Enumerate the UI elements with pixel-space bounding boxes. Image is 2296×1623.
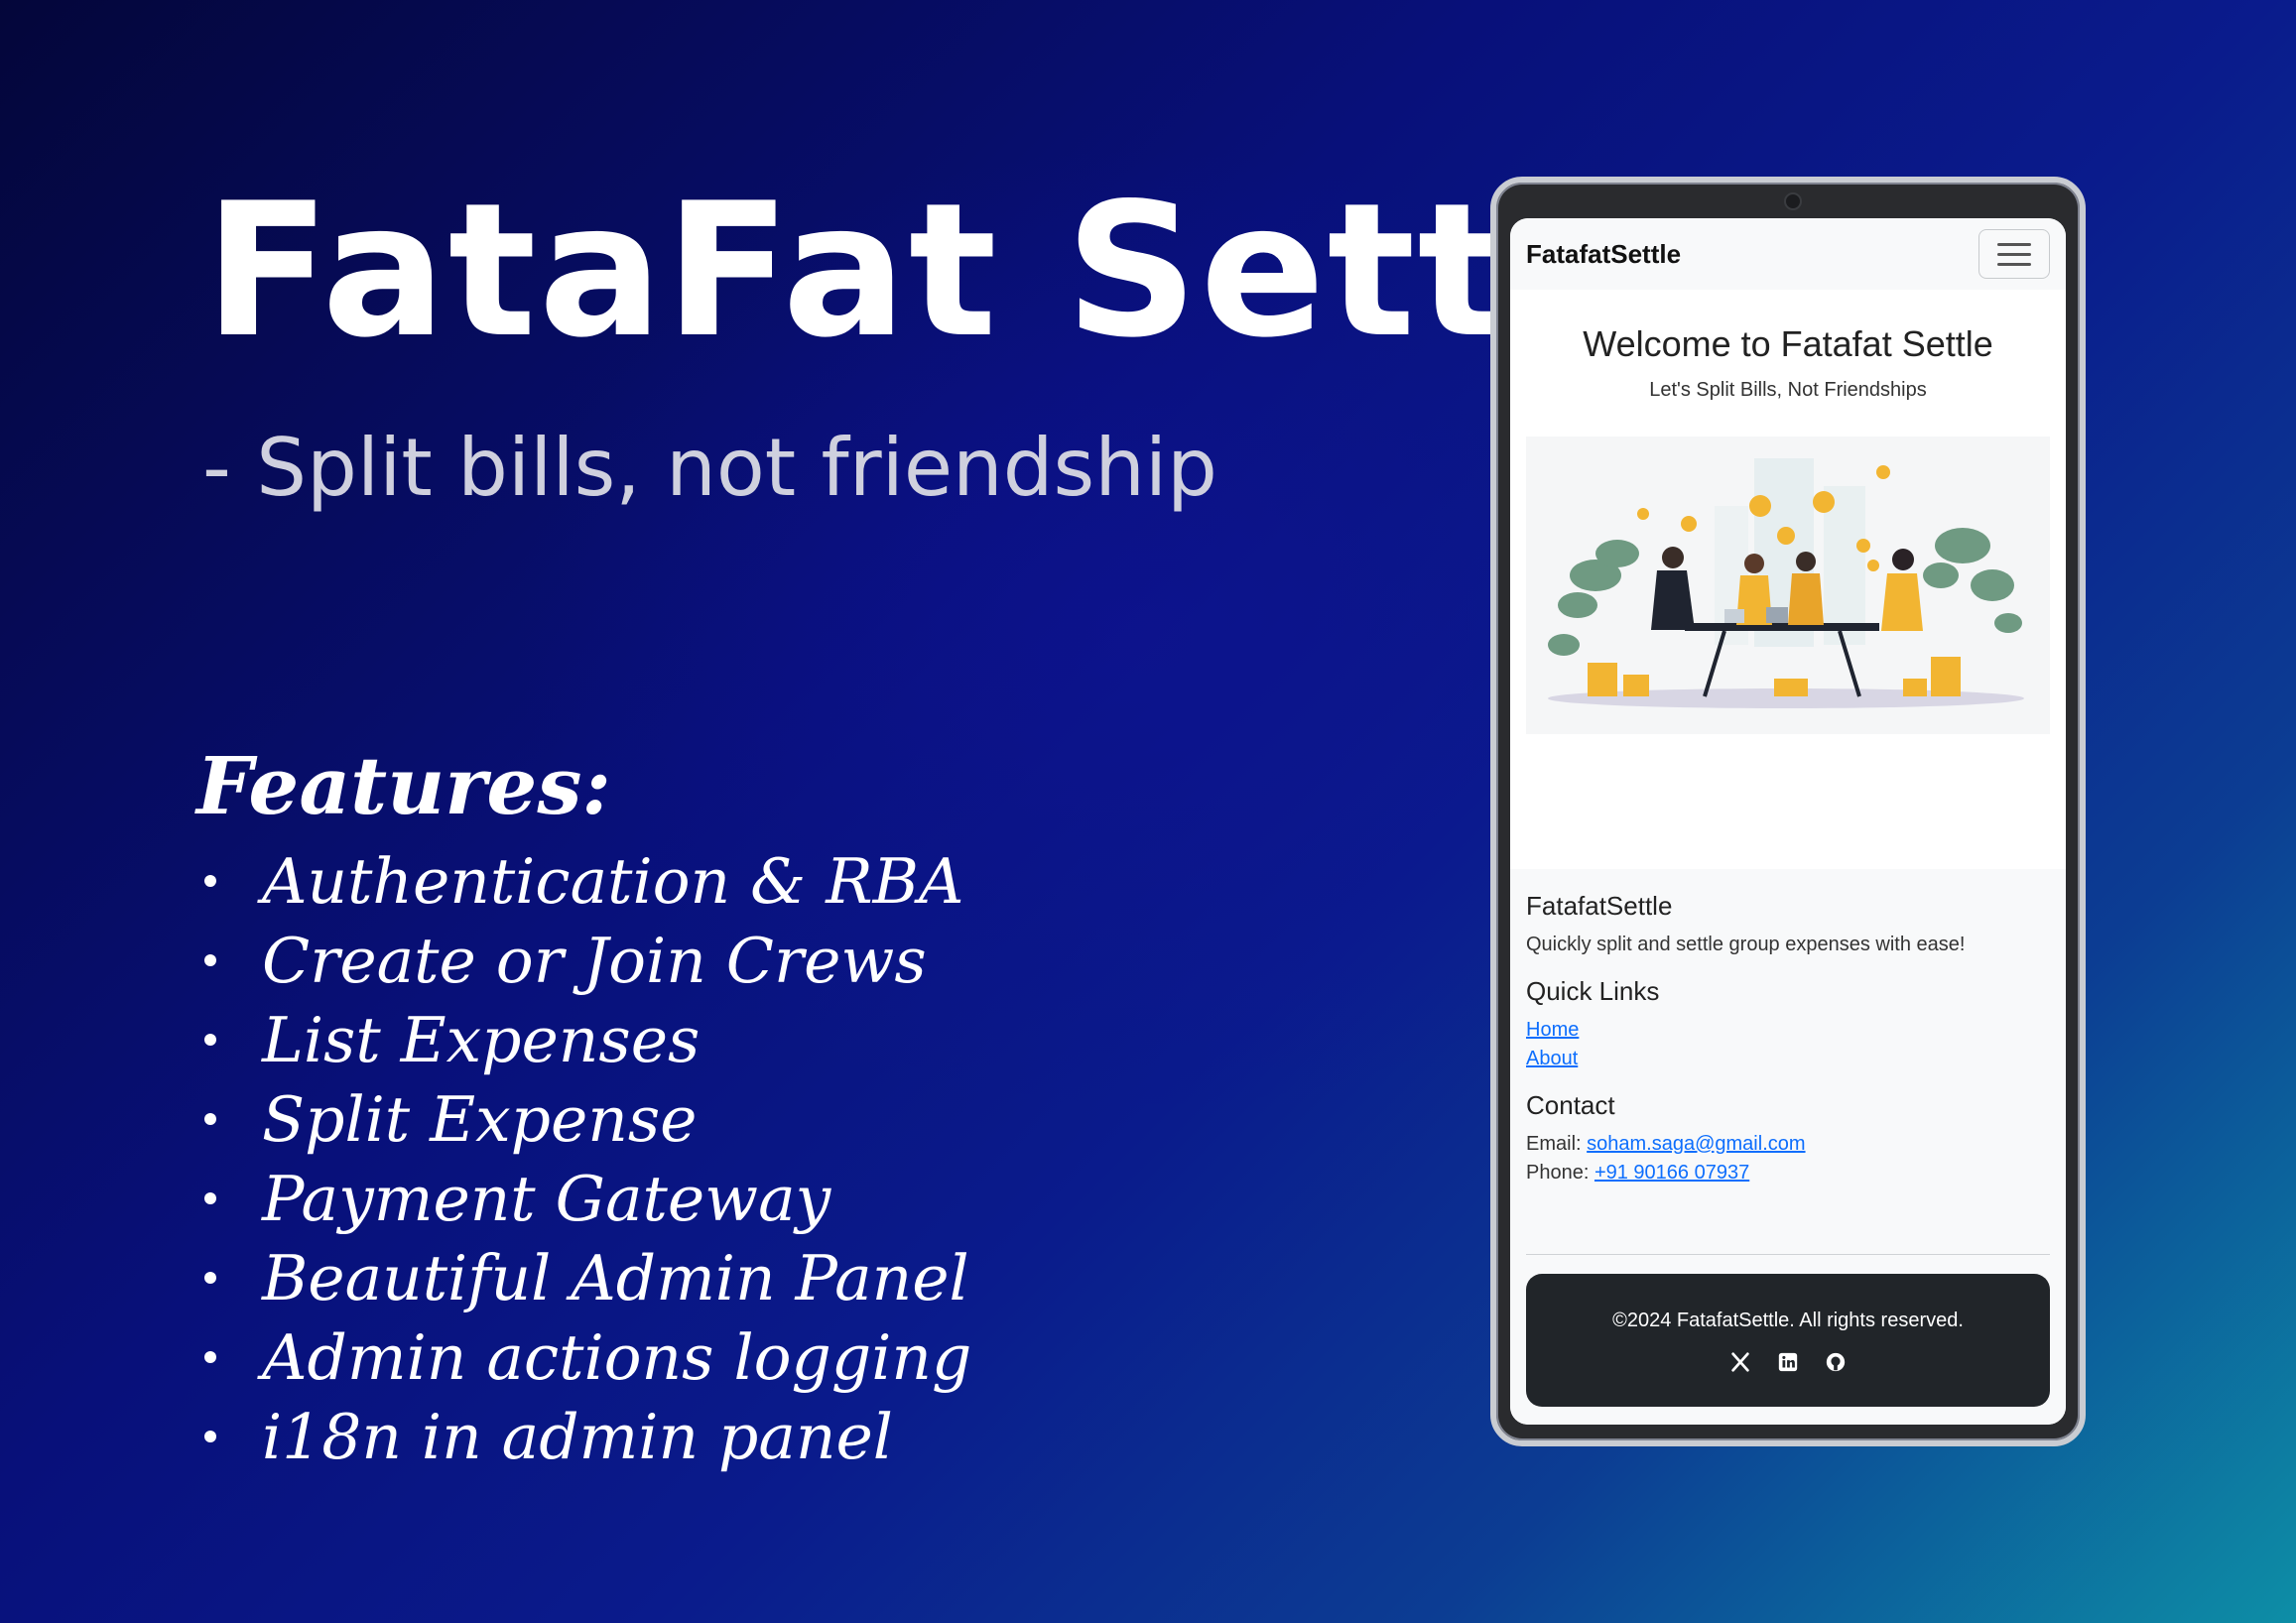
feature-item: Admin actions logging	[196, 1317, 971, 1397]
hero-subtitle: - Split bills, not friendship	[202, 422, 1217, 514]
feature-label: List Expenses	[262, 1003, 701, 1076]
footer-divider	[1526, 1254, 2050, 1255]
email-label: Email:	[1526, 1133, 1582, 1155]
copyright-text: ©2024 FatafatSettle. All rights reserved…	[1612, 1310, 1964, 1331]
bullet-icon	[204, 1113, 216, 1125]
footer-link-about[interactable]: About	[1526, 1048, 2050, 1070]
feature-label: i18n in admin panel	[262, 1400, 893, 1473]
bullet-icon	[204, 1034, 216, 1046]
feature-label: Create or Join Crews	[262, 924, 927, 997]
phone-mockup: FatafatSettle Welcome to Fatafat Settle …	[1490, 177, 2086, 1446]
bullet-icon	[204, 954, 216, 966]
bullet-icon	[204, 875, 216, 887]
email-link[interactable]: soham.saga@gmail.com	[1587, 1133, 1805, 1155]
feature-label: Payment Gateway	[262, 1162, 831, 1235]
feature-label: Admin actions logging	[262, 1320, 972, 1394]
feature-label: Beautiful Admin Panel	[262, 1241, 969, 1314]
bullet-icon	[204, 1351, 216, 1363]
hero-title: FataFat Settle	[204, 163, 1701, 378]
contact-email: Email: soham.saga@gmail.com	[1526, 1133, 2050, 1156]
footer-description: Quickly split and settle group expenses …	[1526, 934, 1966, 955]
features-list: Authentication & RBA Create or Join Crew…	[196, 841, 971, 1476]
feature-item: Payment Gateway	[196, 1159, 971, 1238]
bullet-icon	[204, 1192, 216, 1204]
copyright-bar: ©2024 FatafatSettle. All rights reserved…	[1526, 1274, 2050, 1407]
footer-brand-title: FatafatSettle	[1526, 891, 1673, 921]
hero-illustration	[1526, 437, 2050, 734]
contact-title: Contact	[1526, 1090, 1615, 1120]
welcome-tagline: Let's Split Bills, Not Friendships	[1649, 379, 1927, 401]
phone-link[interactable]: +91 90166 07937	[1594, 1162, 1749, 1184]
welcome-heading: Welcome to Fatafat Settle	[1583, 323, 1993, 364]
x-icon[interactable]	[1728, 1350, 1752, 1374]
bullet-icon	[204, 1431, 216, 1442]
feature-item: Create or Join Crews	[196, 921, 971, 1000]
feature-item: Beautiful Admin Panel	[196, 1238, 971, 1317]
navbar: FatafatSettle	[1510, 218, 2066, 290]
site-footer: FatafatSettle Quickly split and settle g…	[1510, 869, 2066, 1425]
hamburger-menu-icon[interactable]	[1978, 229, 2050, 279]
app-screen: FatafatSettle Welcome to Fatafat Settle …	[1510, 218, 2066, 1425]
feature-label: Split Expense	[262, 1082, 698, 1156]
phone-label: Phone:	[1526, 1162, 1590, 1184]
feature-label: Authentication & RBA	[262, 844, 964, 918]
feature-item: i18n in admin panel	[196, 1397, 971, 1476]
features-heading: Features:	[196, 739, 611, 832]
camera-icon	[1784, 192, 1802, 210]
contact-phone: Phone: +91 90166 07937	[1526, 1162, 2050, 1185]
quick-links-title: Quick Links	[1526, 976, 1660, 1006]
navbar-brand[interactable]: FatafatSettle	[1526, 239, 1681, 270]
feature-item: Split Expense	[196, 1079, 971, 1159]
social-links	[1526, 1350, 2050, 1374]
feature-item: Authentication & RBA	[196, 841, 971, 921]
github-icon[interactable]	[1824, 1350, 1848, 1374]
bullet-icon	[204, 1272, 216, 1284]
feature-item: List Expenses	[196, 1000, 971, 1079]
footer-link-home[interactable]: Home	[1526, 1019, 2050, 1042]
linkedin-icon[interactable]	[1776, 1350, 1800, 1374]
